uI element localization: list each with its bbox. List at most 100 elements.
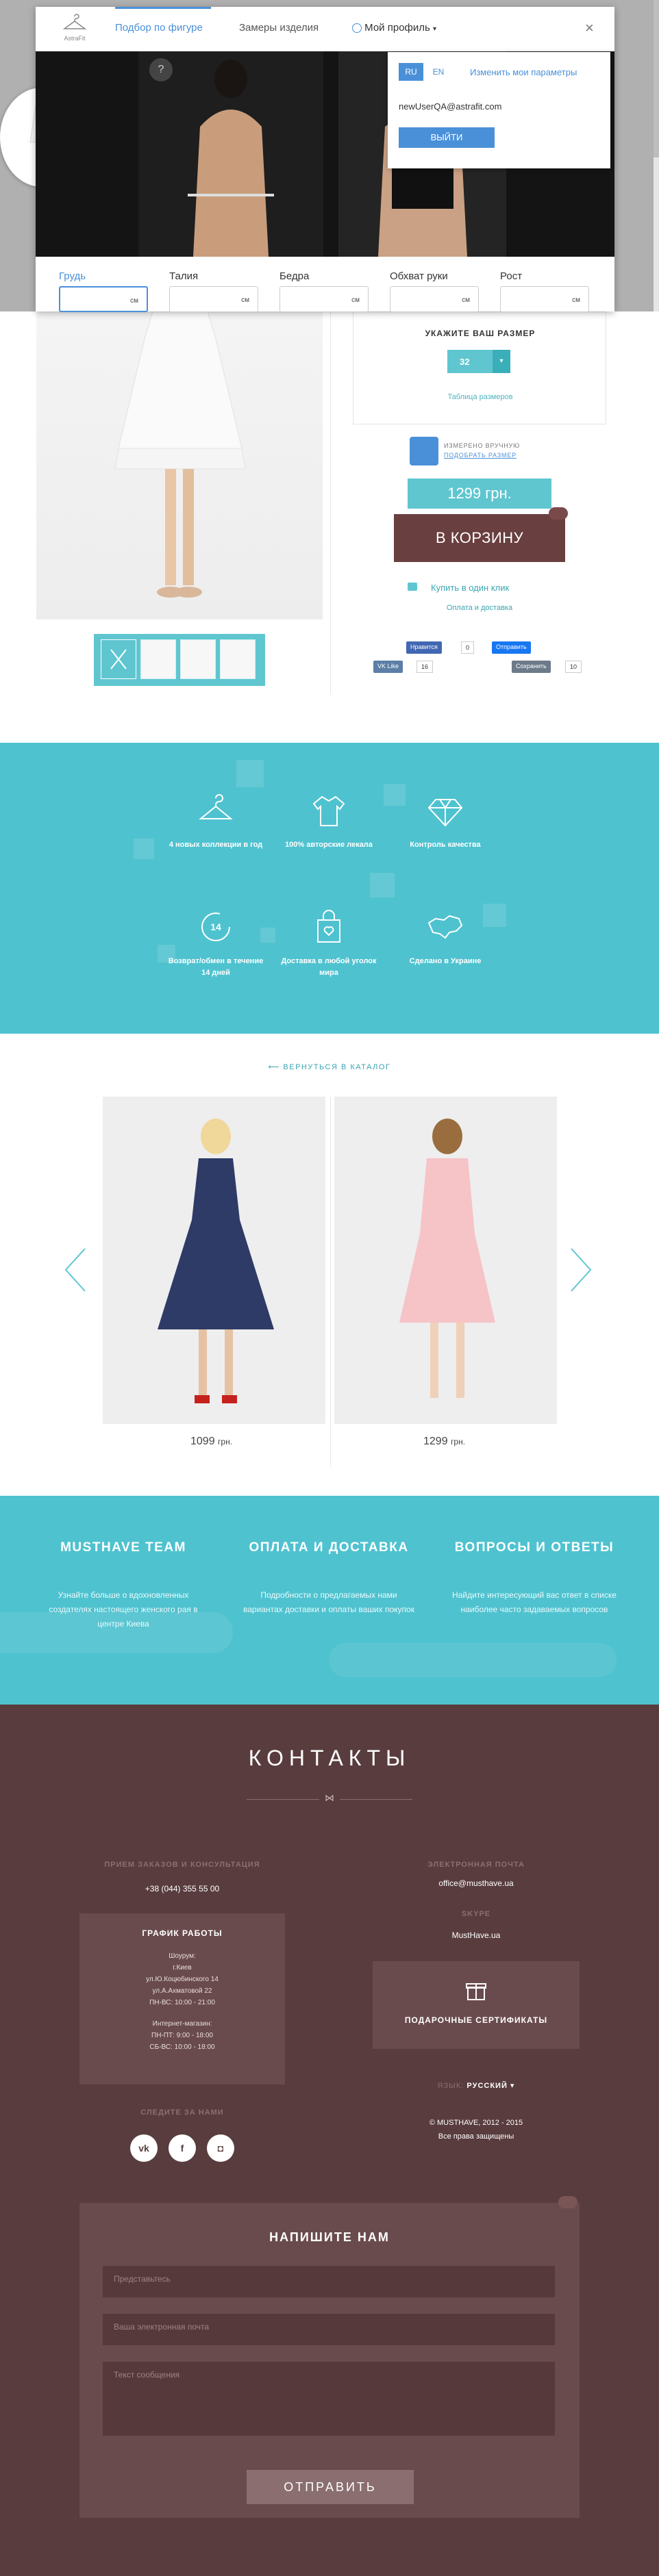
return-14-icon: 14 <box>201 913 230 941</box>
lang-ru-button[interactable]: RU <box>399 63 423 81</box>
bag-icon <box>317 910 340 943</box>
showroom-line: ул.А.Ахматовой 22 <box>152 1987 212 1995</box>
change-params-link[interactable]: Изменить мои параметры <box>470 67 577 77</box>
price-label: 1299 грн. <box>408 479 551 509</box>
height-input[interactable]: см <box>500 286 589 312</box>
tab-body-fit[interactable]: Подбор по фигуре <box>115 22 203 34</box>
help-icon[interactable]: ? <box>149 58 173 81</box>
thumbnail-item[interactable] <box>140 639 176 679</box>
info-delivery[interactable]: ОПЛАТА И ДОСТАВКА Подробности о предлага… <box>226 1540 432 1617</box>
related-product-card[interactable] <box>334 1097 557 1424</box>
contacts-title: КОНТАКТЫ <box>248 1746 411 1770</box>
hips-input[interactable]: см <box>279 286 369 312</box>
ukraine-map-icon <box>427 915 463 939</box>
astrafit-logo-icon <box>410 437 438 466</box>
card-divider <box>330 1097 331 1466</box>
delivery-link[interactable]: Оплата и доставка <box>353 604 606 612</box>
info-band: MUSTHAVE TEAM Узнайте больше о вдохновле… <box>0 1496 659 1705</box>
info-faq[interactable]: ВОПРОСЫ И ОТВЕТЫ Найдите интересующий ва… <box>432 1540 637 1617</box>
unit-label: см <box>572 296 580 304</box>
bust-input[interactable]: см <box>59 286 148 312</box>
product-photo[interactable] <box>36 311 323 620</box>
navy-dress-illustration <box>158 1119 274 1403</box>
carousel-prev-arrow[interactable] <box>62 1246 89 1294</box>
cart-bubble-icon <box>549 507 568 520</box>
measurement-hips: Бедра см <box>279 270 375 312</box>
profile-menu[interactable]: Мой профиль ▾ <box>352 22 436 34</box>
hanger-icon <box>62 14 87 29</box>
add-to-cart-button[interactable]: В КОРЗИНУ <box>394 514 565 562</box>
pick-size-link[interactable]: ПОДОБРАТЬ РАЗМЕР <box>444 452 517 459</box>
feature-item: 100% авторские лекала <box>277 787 380 890</box>
lang-en-button[interactable]: EN <box>426 63 451 81</box>
facebook-icon[interactable]: f <box>169 2134 196 2162</box>
thumbnail-active[interactable] <box>101 639 136 679</box>
chevron-down-icon: ▾ <box>433 25 437 33</box>
working-hours-box: ГРАФИК РАБОТЫ Шоурум: г.Киев ул.Ю.Коцюби… <box>79 1913 285 2084</box>
fb-like-button[interactable]: Нравится <box>406 641 442 654</box>
measurement-label: Грудь <box>59 270 86 282</box>
gift-label: ПОДАРОЧНЫЕ СЕРТИФИКАТЫ <box>404 2015 548 2025</box>
bow-icon: ⋈ <box>319 1792 340 1806</box>
decor-cloud <box>329 1643 617 1677</box>
language-selector[interactable]: ЯЗЫК: РУССКИЙ ▾ <box>373 2081 580 2090</box>
vk-like-label: Like <box>387 663 399 669</box>
email-link[interactable]: office@musthave.ua <box>373 1878 580 1888</box>
skype-link[interactable]: MustHave.ua <box>373 1930 580 1940</box>
size-dropdown[interactable]: 32 ▾ <box>447 350 510 373</box>
showroom-line: ул.Ю.Коцюбинского 14 <box>146 1976 219 1983</box>
language-label: ЯЗЫК: <box>437 2082 464 2090</box>
save-button[interactable]: Сохранить <box>512 661 551 673</box>
phone-link[interactable]: +38 (044) 355 55 00 <box>79 1884 285 1893</box>
showroom-line: ПН-ВС: 10:00 - 21:00 <box>149 1999 215 2006</box>
message-textarea[interactable]: Текст сообщения <box>103 2362 555 2436</box>
logout-button[interactable]: ВЫЙТИ <box>399 127 495 148</box>
shop-line: СБ-ВС: 10:00 - 18:00 <box>149 2043 215 2051</box>
vk-like-button[interactable]: VK Like <box>373 661 403 673</box>
svg-text:14: 14 <box>210 921 221 932</box>
feature-item: 4 новых коллекции в год <box>164 787 267 890</box>
rights: Все права защищены <box>438 2132 514 2141</box>
thumbnail-item[interactable] <box>180 639 216 679</box>
unit-label: см <box>241 296 249 304</box>
info-title: ОПЛАТА И ДОСТАВКА <box>249 1540 409 1555</box>
back-to-catalog-link[interactable]: ⟵ ВЕРНУТЬСЯ В КАТАЛОГ <box>0 1062 659 1071</box>
feature-text: 100% авторские лекала <box>285 841 373 849</box>
page-scrollbar[interactable] <box>654 0 659 311</box>
form-title: НАПИШИТЕ НАМ <box>269 2230 390 2244</box>
name-input[interactable]: Представьтесь <box>103 2266 555 2297</box>
measurement-waist: Талия см <box>169 270 265 312</box>
info-team[interactable]: MUSTHAVE TEAM Узнайте больше о вдохновле… <box>21 1540 226 1631</box>
unit-label: см <box>351 296 360 304</box>
orders-label: ПРИЕМ ЗАКАЗОВ И КОНСУЛЬТАЦИЯ <box>104 1861 260 1869</box>
feature-item: Сделано в Украине <box>394 904 497 1006</box>
tab-garment-measurements[interactable]: Замеры изделия <box>239 22 319 34</box>
email-input[interactable]: Ваша электронная почта <box>103 2314 555 2345</box>
size-table-link[interactable]: Таблица размеров <box>353 393 607 401</box>
close-icon[interactable]: × <box>585 19 594 37</box>
waist-input[interactable]: см <box>169 286 258 312</box>
vk-icon[interactable]: vk <box>130 2134 158 2162</box>
chat-bubble-icon[interactable] <box>558 2196 577 2208</box>
astrafit-badge[interactable]: ИЗМЕРЕНО ВРУЧНУЮ ПОДОБРАТЬ РАЗМЕР <box>410 437 547 466</box>
gift-certificates-button[interactable]: ПОДАРОЧНЫЕ СЕРТИФИКАТЫ <box>373 1961 580 2049</box>
one-click-buy[interactable]: Купить в один клик <box>408 581 558 595</box>
feature-item: 14 Возврат/обмен в течение 14 дней <box>164 904 267 1006</box>
feature-item: Доставка в любой уголок мира <box>277 904 380 1006</box>
arm-input[interactable]: см <box>390 286 479 312</box>
related-price-value: 1099 <box>190 1436 215 1447</box>
instagram-icon[interactable]: ◘ <box>207 2134 234 2162</box>
column-divider <box>330 311 331 695</box>
related-product-card[interactable] <box>103 1097 325 1424</box>
astrafit-modal: AstraFit Подбор по фигуре Замеры изделия… <box>36 7 614 312</box>
carousel-next-arrow[interactable] <box>567 1246 595 1294</box>
showroom-line: Шоурум: <box>169 1952 196 1960</box>
measurement-label: Рост <box>500 270 523 282</box>
send-button[interactable]: ОТПРАВИТЬ <box>247 2470 414 2504</box>
chevron-down-icon: ▾ <box>493 350 510 373</box>
feature-text: Доставка в любой уголок мира <box>281 957 377 977</box>
thumbnail-item[interactable] <box>220 639 256 679</box>
scrollbar-thumb[interactable] <box>654 0 659 157</box>
dress-illustration <box>114 311 246 598</box>
fb-send-button[interactable]: Отправить <box>492 641 531 654</box>
